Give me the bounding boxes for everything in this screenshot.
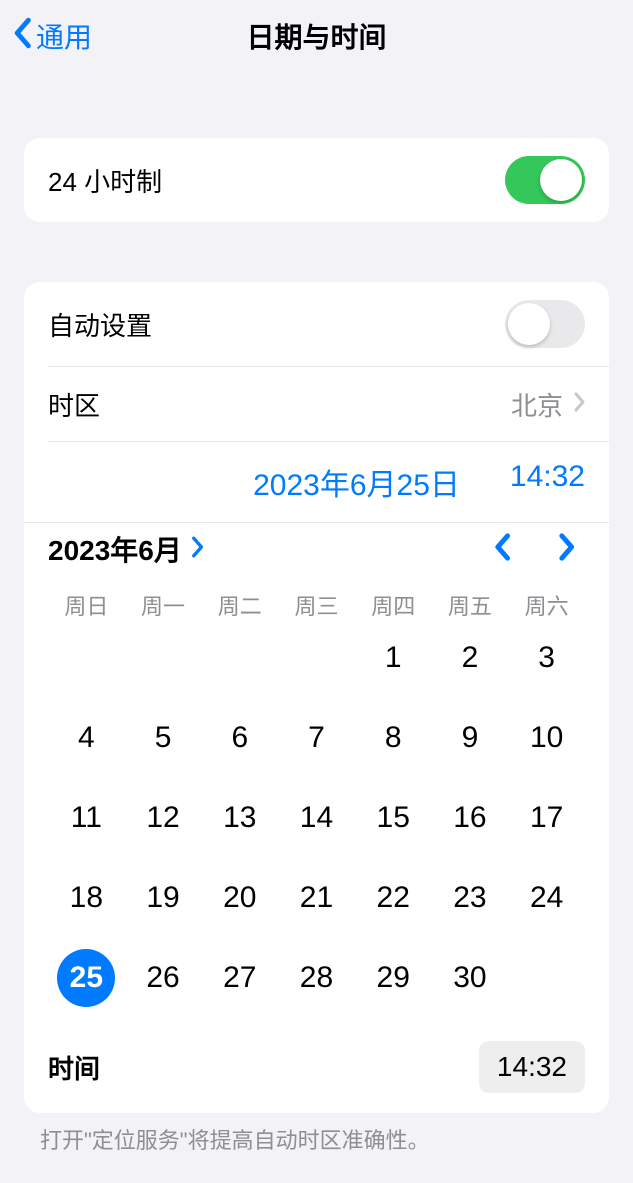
day-cell[interactable]: 20: [201, 869, 278, 927]
row-datetime: 2023年6月25日 14:32: [24, 442, 609, 522]
chevron-right-icon: [190, 533, 204, 565]
label-24h: 24 小时制: [48, 162, 162, 199]
toggle-knob: [540, 159, 582, 201]
day-cell[interactable]: 10: [508, 709, 585, 767]
selected-time[interactable]: 14:32: [510, 460, 585, 504]
value-timezone: 北京: [511, 386, 563, 423]
day-cell[interactable]: 18: [48, 869, 125, 927]
weekday-label: 周三: [278, 589, 355, 621]
day-grid: 1234567891011121314151617181920212223242…: [48, 629, 585, 1007]
day-cell[interactable]: 13: [201, 789, 278, 847]
toggle-auto-set[interactable]: [505, 300, 585, 348]
day-cell[interactable]: 21: [278, 869, 355, 927]
weekday-label: 周日: [48, 589, 125, 621]
toggle-knob: [508, 303, 550, 345]
month-picker[interactable]: 2023年6月: [48, 529, 204, 569]
weekday-label: 周二: [201, 589, 278, 621]
chevron-left-icon: [12, 17, 32, 56]
chevron-right-icon: [573, 391, 585, 418]
day-cell[interactable]: 19: [125, 869, 202, 927]
day-cell[interactable]: 25: [48, 949, 125, 1007]
day-cell[interactable]: 30: [432, 949, 509, 1007]
weekday-header: 周日周一周二周三周四周五周六: [48, 589, 585, 621]
day-cell[interactable]: 27: [201, 949, 278, 1007]
day-cell[interactable]: 16: [432, 789, 509, 847]
label-timezone: 时区: [48, 386, 100, 423]
day-cell[interactable]: 7: [278, 709, 355, 767]
day-cell[interactable]: 24: [508, 869, 585, 927]
day-cell[interactable]: 14: [278, 789, 355, 847]
day-cell[interactable]: 3: [508, 629, 585, 687]
back-button[interactable]: 通用: [12, 16, 92, 56]
weekday-label: 周五: [432, 589, 509, 621]
day-cell[interactable]: 1: [355, 629, 432, 687]
day-cell[interactable]: 12: [125, 789, 202, 847]
group-settings: 自动设置 时区 北京 2023年6月25日 14:32 2023年6月: [24, 282, 609, 1113]
time-label: 时间: [48, 1049, 100, 1086]
footnote: 打开"定位服务"将提高自动时区准确性。: [40, 1123, 593, 1155]
day-cell[interactable]: 4: [48, 709, 125, 767]
toggle-24h[interactable]: [505, 156, 585, 204]
day-cell[interactable]: 5: [125, 709, 202, 767]
day-cell[interactable]: 17: [508, 789, 585, 847]
day-cell[interactable]: 11: [48, 789, 125, 847]
month-label: 2023年6月: [48, 529, 182, 569]
next-month-button[interactable]: [557, 533, 575, 566]
day-cell[interactable]: 6: [201, 709, 278, 767]
weekday-label: 周六: [508, 589, 585, 621]
group-24h: 24 小时制: [24, 138, 609, 222]
weekday-label: 周一: [125, 589, 202, 621]
day-cell[interactable]: 9: [432, 709, 509, 767]
day-cell[interactable]: 29: [355, 949, 432, 1007]
day-cell[interactable]: 22: [355, 869, 432, 927]
day-cell[interactable]: 26: [125, 949, 202, 1007]
calendar: 2023年6月 周日周一周二周三周四周五周六 12345678910111213…: [24, 523, 609, 1025]
back-label: 通用: [36, 16, 92, 56]
day-cell[interactable]: 23: [432, 869, 509, 927]
row-auto-set[interactable]: 自动设置: [24, 282, 609, 366]
label-auto-set: 自动设置: [48, 306, 152, 343]
time-picker[interactable]: 14:32: [479, 1041, 585, 1093]
selected-date[interactable]: 2023年6月25日: [253, 460, 460, 504]
page-title: 日期与时间: [0, 16, 633, 56]
weekday-label: 周四: [355, 589, 432, 621]
prev-month-button[interactable]: [493, 533, 511, 566]
row-timezone[interactable]: 时区 北京: [24, 367, 609, 441]
day-cell[interactable]: 28: [278, 949, 355, 1007]
day-cell[interactable]: 15: [355, 789, 432, 847]
day-cell[interactable]: 2: [432, 629, 509, 687]
day-cell[interactable]: 8: [355, 709, 432, 767]
